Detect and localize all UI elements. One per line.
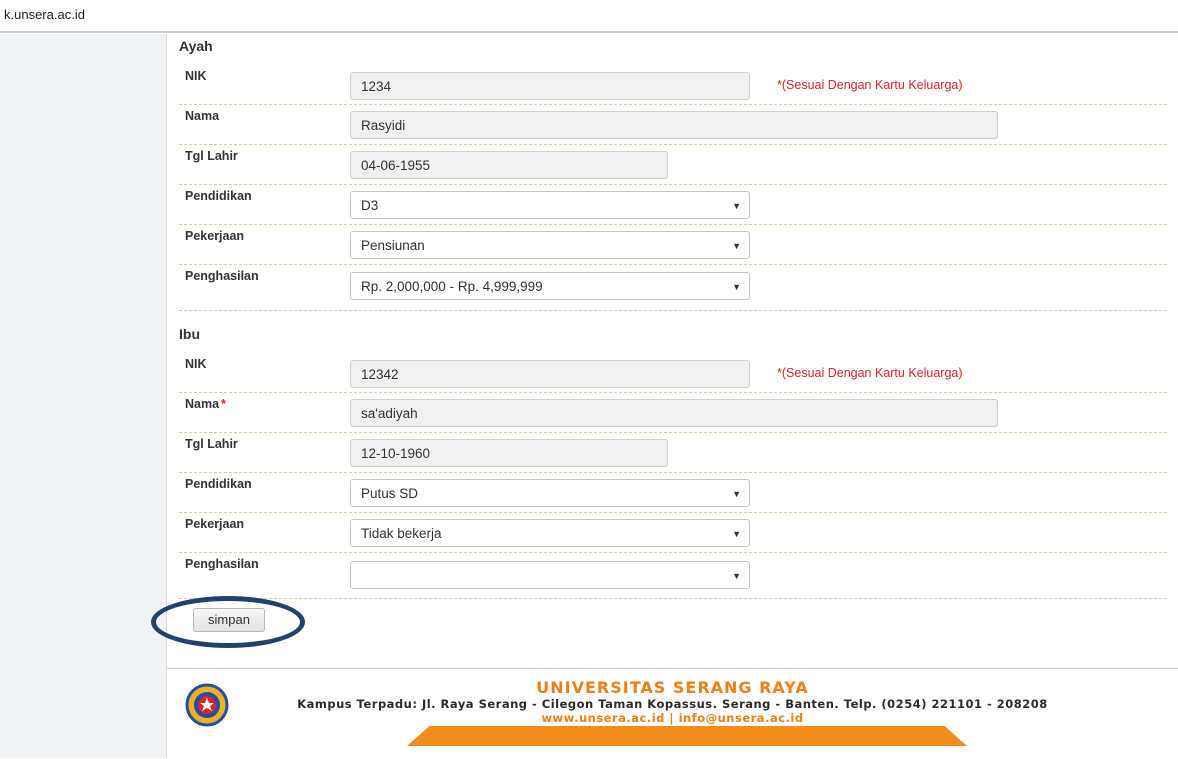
ayah-penghasilan-selected: Rp. 2,000,000 - Rp. 4,999,999	[361, 279, 543, 294]
label-ibu-pekerjaan: Pekerjaan	[185, 517, 245, 531]
chevron-down-icon: ▼	[732, 201, 741, 211]
ayah-tgl-lahir-input[interactable]: 04-06-1955	[350, 151, 668, 179]
row-ayah-tgl-lahir: Tgl Lahir 04-06-1955	[179, 144, 1167, 185]
row-ibu-tgl-lahir: Tgl Lahir 12-10-1960	[179, 432, 1167, 473]
label-ayah-nama: Nama	[185, 109, 220, 123]
ayah-nama-input[interactable]: Rasyidi	[350, 111, 998, 139]
nik-note-ibu: *(Sesuai Dengan Kartu Keluarga)	[777, 366, 963, 380]
row-ayah-nik: NIK 1234 *(Sesuai Dengan Kartu Keluarga)	[179, 64, 1167, 105]
ibu-penghasilan-select[interactable]: ▼	[350, 561, 750, 589]
ibu-pekerjaan-select[interactable]: Tidak bekerja ▼	[350, 519, 750, 547]
ayah-penghasilan-select[interactable]: Rp. 2,000,000 - Rp. 4,999,999 ▼	[350, 272, 750, 300]
row-ibu-nama: Nama * sa'adiyah	[179, 392, 1167, 433]
footer-address: Kampus Terpadu: Jl. Raya Serang - Cilego…	[297, 697, 1048, 711]
nik-note-ayah: *(Sesuai Dengan Kartu Keluarga)	[777, 78, 963, 92]
required-asterisk: *	[221, 397, 226, 411]
left-sidebar	[0, 34, 167, 758]
chevron-down-icon: ▼	[732, 529, 741, 539]
label-ibu-penghasilan: Penghasilan	[185, 557, 259, 571]
ibu-tgl-lahir-input[interactable]: 12-10-1960	[350, 439, 668, 467]
main-content: Ayah NIK 1234 *(Sesuai Dengan Kartu Kelu…	[151, 34, 1178, 759]
row-ayah-pekerjaan: Pekerjaan Pensiunan ▼	[179, 224, 1167, 265]
chevron-down-icon: ▼	[732, 489, 741, 499]
ibu-pendidikan-selected: Putus SD	[361, 486, 419, 501]
row-ibu-pekerjaan: Pekerjaan Tidak bekerja ▼	[179, 512, 1167, 553]
address-bar-divider	[0, 31, 1178, 33]
label-ibu-nama-text: Nama	[185, 397, 220, 411]
section-title-ibu: Ibu	[179, 326, 200, 342]
ibu-nik-input[interactable]: 12342	[350, 360, 750, 388]
chevron-down-icon: ▼	[732, 282, 741, 292]
footer-orange-bar	[407, 726, 967, 746]
label-ayah-pendidikan: Pendidikan	[185, 189, 252, 203]
label-ayah-nik: NIK	[185, 69, 207, 83]
row-ayah-pendidikan: Pendidikan D3 ▼	[179, 184, 1167, 225]
ibu-nama-input[interactable]: sa'adiyah	[350, 399, 998, 427]
row-ayah-penghasilan: Penghasilan Rp. 2,000,000 - Rp. 4,999,99…	[179, 264, 1167, 311]
label-ayah-penghasilan: Penghasilan	[185, 269, 259, 283]
chevron-down-icon: ▼	[732, 241, 741, 251]
label-ayah-tgl-lahir: Tgl Lahir	[185, 149, 238, 163]
ayah-pendidikan-selected: D3	[361, 198, 379, 213]
section-title-ayah: Ayah	[179, 38, 213, 54]
label-ibu-nama: Nama *	[185, 397, 226, 411]
ayah-pekerjaan-selected: Pensiunan	[361, 238, 425, 253]
highlight-circle-annotation	[151, 596, 305, 648]
url-text[interactable]: k.unsera.ac.id	[4, 7, 85, 22]
label-ibu-nik: NIK	[185, 357, 207, 371]
label-ibu-pendidikan: Pendidikan	[185, 477, 252, 491]
footer: UNIVERSITAS SERANG RAYA Kampus Terpadu: …	[167, 668, 1178, 759]
ayah-nik-input[interactable]: 1234	[350, 72, 750, 100]
row-ibu-penghasilan: Penghasilan ▼	[179, 552, 1167, 599]
ibu-pendidikan-select[interactable]: Putus SD ▼	[350, 479, 750, 507]
ayah-pekerjaan-select[interactable]: Pensiunan ▼	[350, 231, 750, 259]
ibu-pekerjaan-selected: Tidak bekerja	[361, 526, 442, 541]
label-ibu-tgl-lahir: Tgl Lahir	[185, 437, 238, 451]
label-ayah-pekerjaan: Pekerjaan	[185, 229, 245, 243]
footer-web-link[interactable]: www.unsera.ac.id | info@unsera.ac.id	[167, 711, 1178, 725]
browser-address-bar[interactable]: k.unsera.ac.id	[0, 0, 1178, 33]
row-ibu-nik: NIK 12342 *(Sesuai Dengan Kartu Keluarga…	[179, 352, 1167, 393]
ayah-pendidikan-select[interactable]: D3 ▼	[350, 191, 750, 219]
row-ayah-nama: Nama Rasyidi	[179, 104, 1167, 145]
row-ibu-pendidikan: Pendidikan Putus SD ▼	[179, 472, 1167, 513]
chevron-down-icon: ▼	[732, 571, 741, 581]
footer-university-name: UNIVERSITAS SERANG RAYA	[536, 678, 809, 697]
